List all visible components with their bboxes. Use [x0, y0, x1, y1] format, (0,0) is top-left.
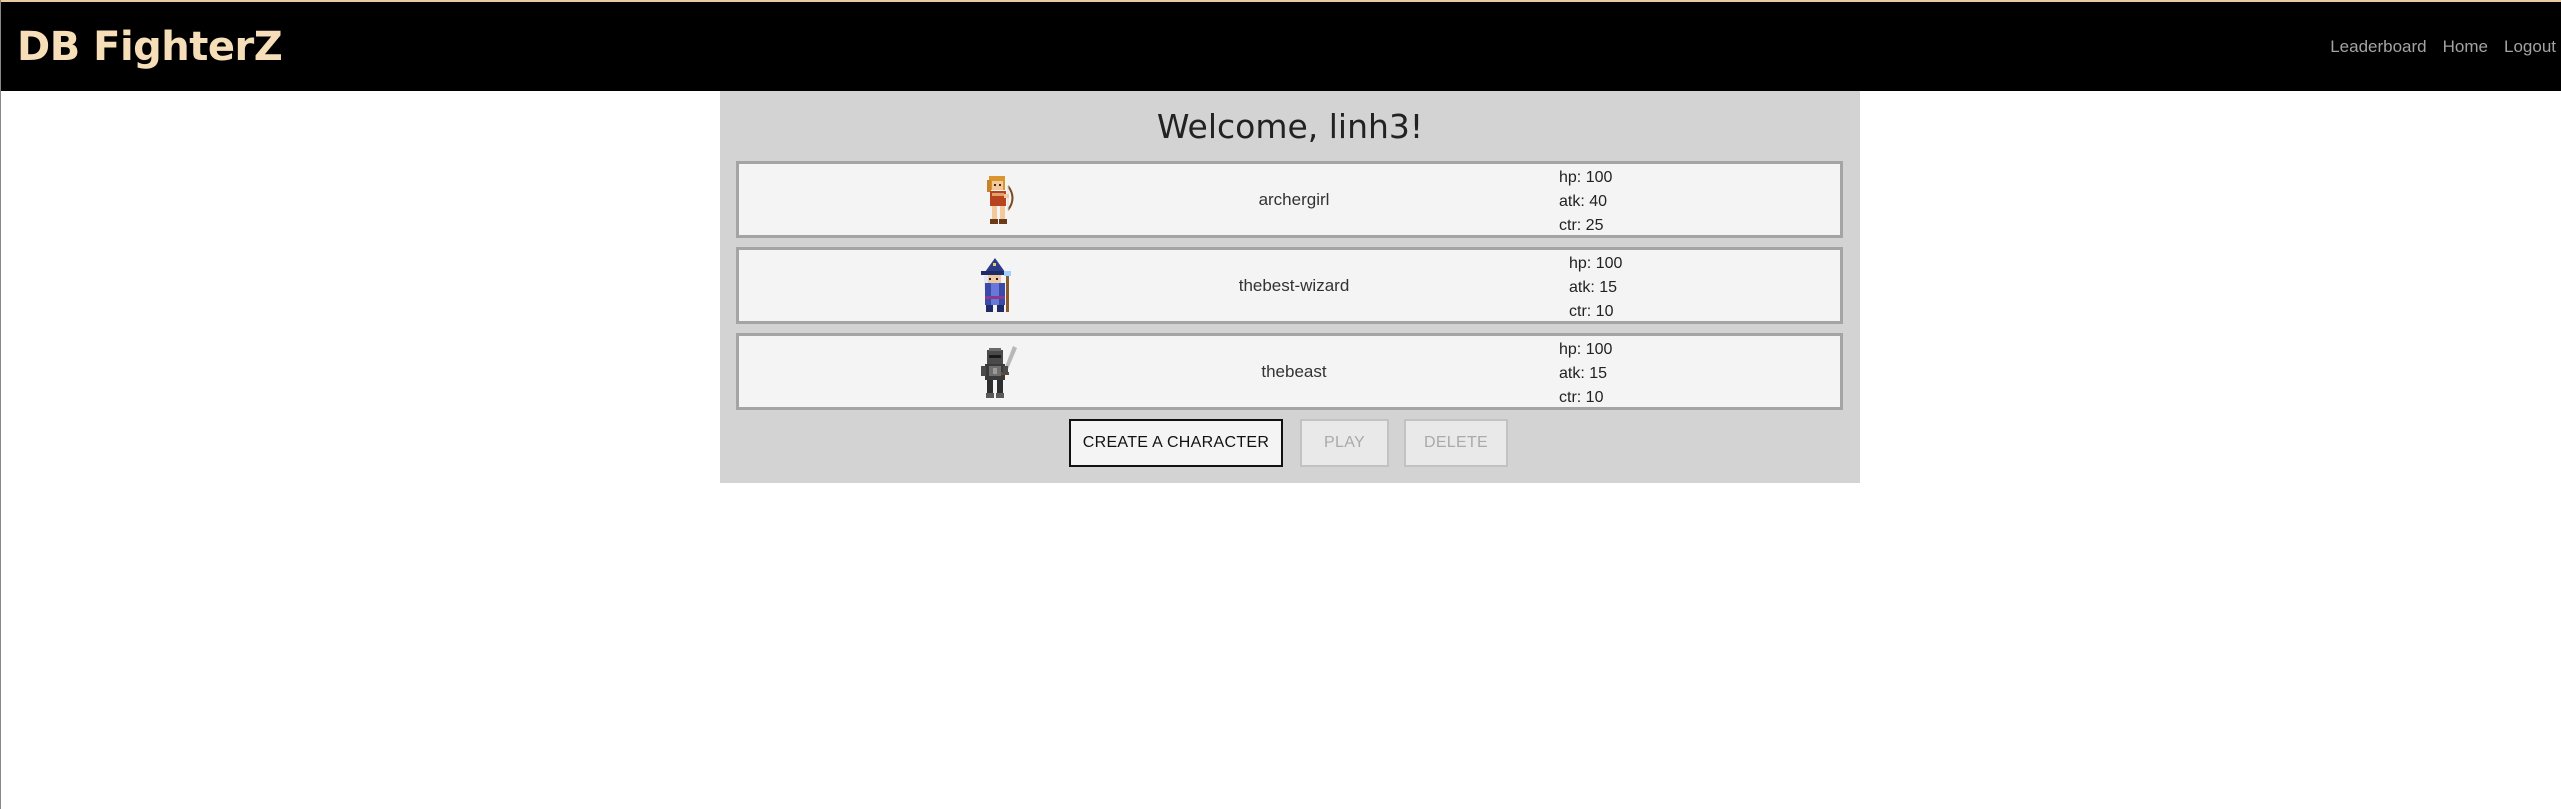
brand-title[interactable]: DB FighterZ: [17, 24, 283, 70]
nav-home-link[interactable]: Home: [2443, 37, 2488, 57]
stat-hp: hp: 100: [1569, 255, 1623, 272]
character-card-archergirl[interactable]: archergirl hp: 100 atk: 40 ctr: 25: [736, 161, 1843, 238]
character-card-thebest-wizard[interactable]: thebest-wizard hp: 100 atk: 15 ctr: 10: [736, 247, 1843, 324]
nav-logout-link[interactable]: Logout: [2504, 37, 2556, 57]
stat-atk: atk: 15: [1569, 279, 1618, 296]
character-card-thebeast[interactable]: thebeast hp: 100 atk: 15 ctr: 10: [736, 333, 1843, 410]
action-buttons: CREATE A CHARACTER PLAY DELETE: [720, 419, 1860, 467]
stat-atk: atk: 15: [1559, 365, 1608, 382]
character-stats: hp: 100 atk: 15 ctr: 10: [1559, 338, 1612, 410]
wizard-icon: [971, 258, 1019, 316]
character-stats: hp: 100 atk: 40 ctr: 25: [1559, 166, 1612, 238]
stat-ctr: ctr: 10: [1559, 389, 1604, 406]
character-stats: hp: 100 atk: 15 ctr: 10: [1569, 252, 1622, 324]
character-name: archergirl: [1258, 190, 1330, 209]
character-select-panel: Welcome, linh3! archergirl hp: 100 atk: …: [720, 91, 1860, 483]
stat-atk: atk: 40: [1559, 193, 1608, 210]
play-button[interactable]: PLAY: [1300, 419, 1389, 467]
delete-button[interactable]: DELETE: [1404, 419, 1508, 467]
character-name: thebest-wizard: [1238, 276, 1350, 295]
stat-ctr: ctr: 10: [1569, 303, 1614, 320]
stat-ctr: ctr: 25: [1559, 217, 1604, 234]
nav-leaderboard-link[interactable]: Leaderboard: [2330, 37, 2426, 57]
app-page: DB FighterZ Leaderboard Home Logout Welc…: [0, 0, 2561, 809]
create-character-button[interactable]: CREATE A CHARACTER: [1069, 419, 1283, 467]
nav-links: Leaderboard Home Logout: [2314, 37, 2556, 57]
knight-icon: [973, 344, 1021, 402]
character-name: thebeast: [1261, 362, 1327, 381]
archer-girl-icon: [975, 172, 1023, 230]
navbar: DB FighterZ Leaderboard Home Logout: [1, 0, 2561, 91]
stat-hp: hp: 100: [1559, 341, 1613, 358]
welcome-heading: Welcome, linh3!: [1156, 107, 1424, 146]
stat-hp: hp: 100: [1559, 169, 1613, 186]
